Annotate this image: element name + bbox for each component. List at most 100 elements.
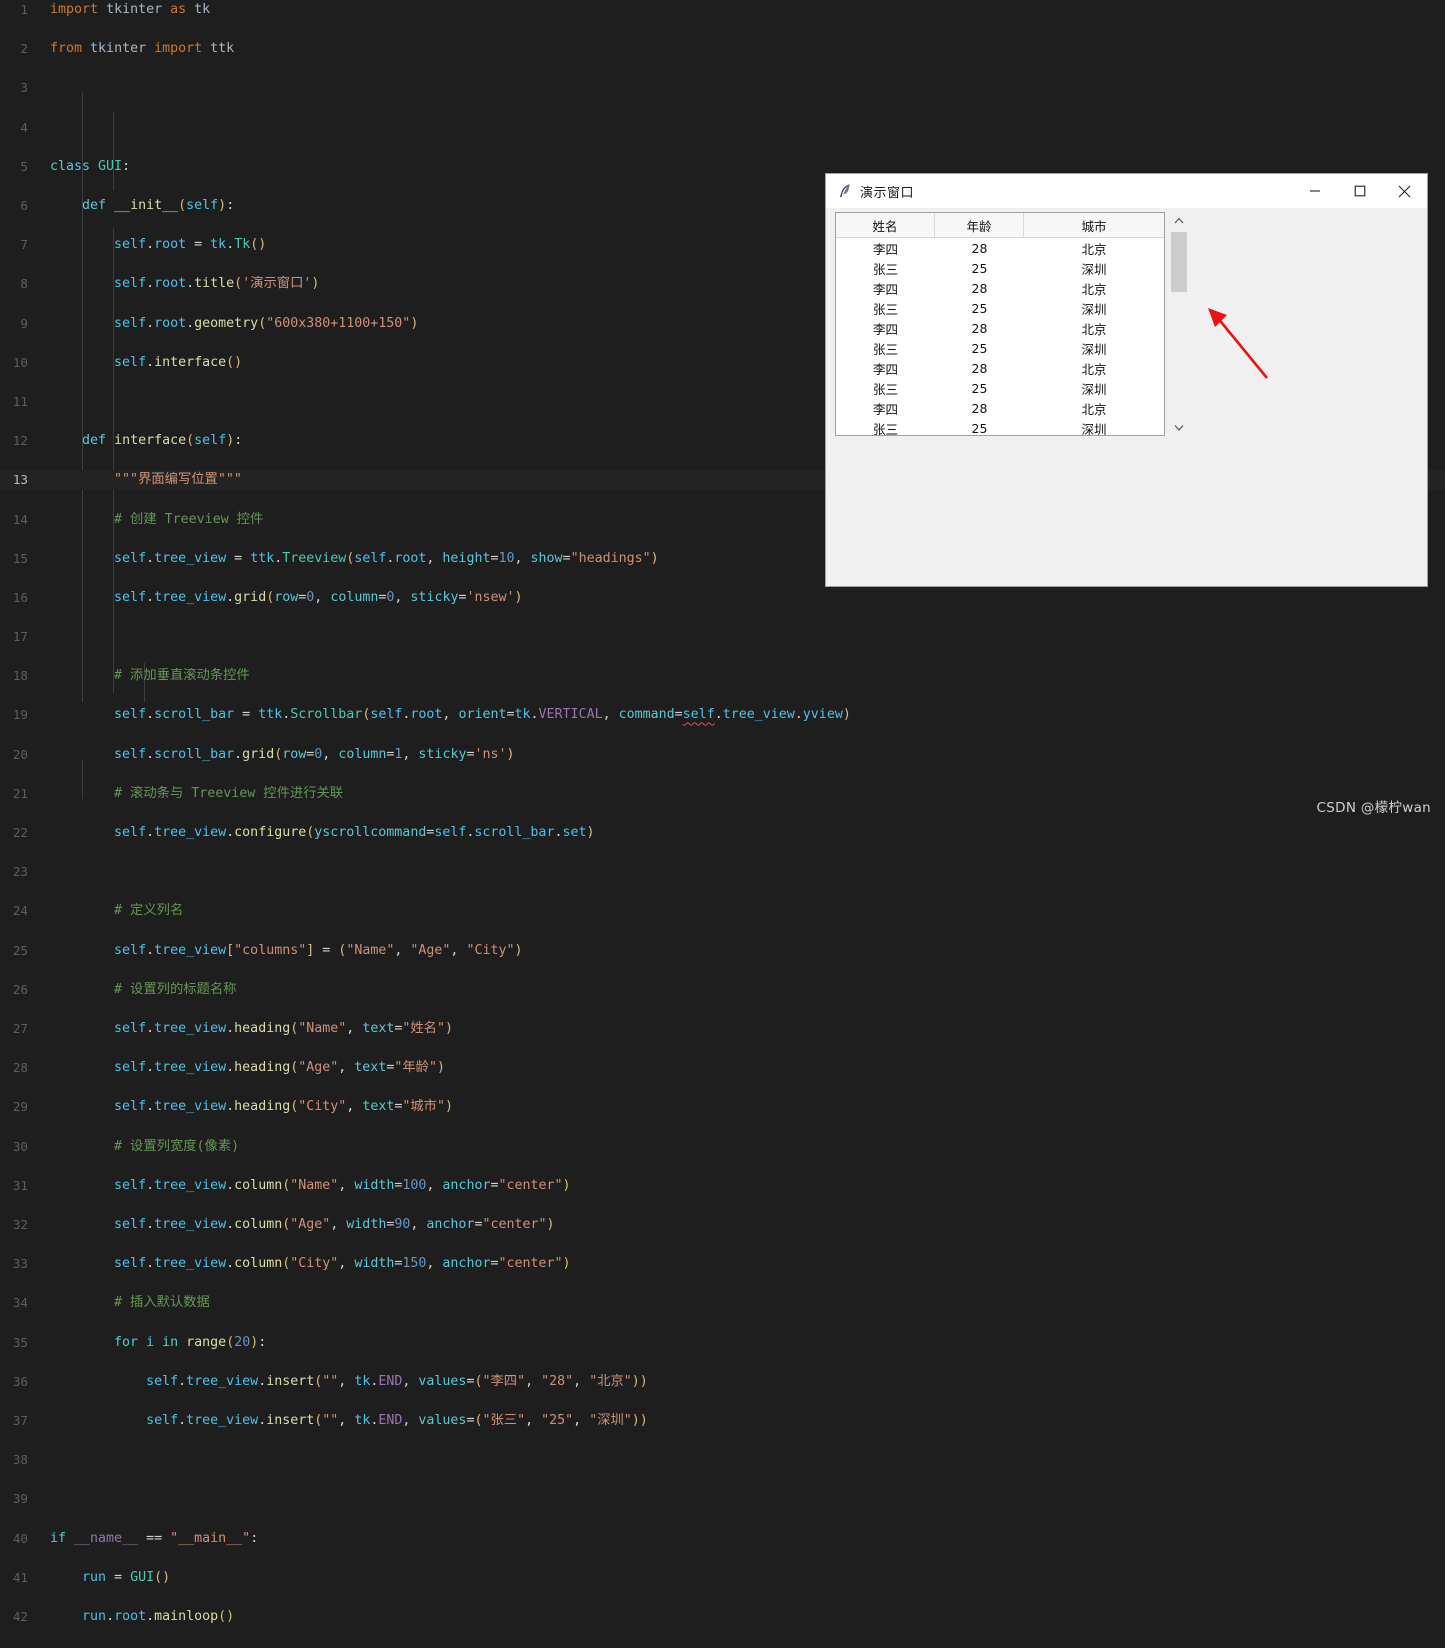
code-line[interactable]: 21 # 滚动条与 Treeview 控件进行关联	[0, 784, 1445, 804]
vertical-scrollbar[interactable]	[1170, 212, 1188, 436]
cell-name: 李四	[872, 361, 898, 377]
code-line[interactable]: 20 self.scroll_bar.grid(row=0, column=1,…	[0, 745, 1445, 765]
code-line[interactable]: 42 run.root.mainloop()	[0, 1607, 1445, 1627]
close-button[interactable]	[1382, 174, 1427, 208]
code-line[interactable]: 43	[0, 1646, 1445, 1648]
code-line[interactable]: 38	[0, 1450, 1445, 1470]
line-number: 5	[20, 158, 28, 174]
line-content: """界面编写位置"""	[114, 472, 242, 488]
line-content: # 设置列的标题名称	[114, 981, 237, 997]
chevron-down-icon	[1174, 425, 1184, 431]
code-line[interactable]: 26 # 设置列的标题名称	[0, 980, 1445, 1000]
table-row[interactable]: 张三 25 深圳	[836, 258, 1164, 278]
code-line[interactable]: 30 # 设置列宽度(像素)	[0, 1137, 1445, 1157]
column-header-age[interactable]: 年龄	[935, 213, 1024, 237]
cell-name: 李四	[872, 401, 898, 417]
line-content: # 定义列名	[114, 903, 184, 919]
cell-city: 北京	[1081, 401, 1107, 417]
code-line[interactable]: 19 self.scroll_bar = ttk.Scrollbar(self.…	[0, 705, 1445, 725]
scroll-down-button[interactable]	[1170, 419, 1188, 436]
line-number: 34	[12, 1295, 28, 1311]
cell-name: 张三	[872, 301, 898, 317]
table-row[interactable]: 李四 28 北京	[836, 398, 1164, 418]
treeview-widget[interactable]: 姓名 年龄 城市 李四 28 北京 张三 25 深圳 李四 28 北京 张三 2…	[835, 212, 1165, 436]
indent-guide	[82, 92, 83, 210]
line-number: 40	[12, 1530, 28, 1546]
line-content: self.root.geometry("600x380+1100+150")	[114, 315, 419, 331]
table-row[interactable]: 张三 25 深圳	[836, 298, 1164, 318]
line-content: self.tree_view.configure(yscrollcommand=…	[114, 825, 595, 841]
maximize-button[interactable]	[1337, 174, 1382, 208]
line-number: 26	[12, 981, 28, 997]
table-row[interactable]: 张三 25 深圳	[836, 378, 1164, 398]
table-row[interactable]: 李四 28 北京	[836, 278, 1164, 298]
code-line[interactable]: 29 self.tree_view.heading("City", text="…	[0, 1097, 1445, 1117]
table-row[interactable]: 李四 28 北京	[836, 358, 1164, 378]
cell-age: 28	[971, 240, 988, 256]
scrollbar-thumb[interactable]	[1171, 232, 1187, 292]
line-number: 15	[12, 550, 28, 566]
cell-age: 25	[971, 300, 988, 316]
code-line[interactable]: 22 self.tree_view.configure(yscrollcomma…	[0, 823, 1445, 843]
line-content: self.scroll_bar = ttk.Scrollbar(self.roo…	[114, 707, 851, 723]
code-line[interactable]: 28 self.tree_view.heading("Age", text="年…	[0, 1058, 1445, 1078]
line-number: 30	[12, 1138, 28, 1154]
line-number: 18	[12, 668, 28, 684]
cell-name: 张三	[872, 381, 898, 397]
code-line[interactable]: 4	[0, 118, 1445, 138]
line-number: 2	[20, 41, 28, 57]
code-line[interactable]: 31 self.tree_view.column("Name", width=1…	[0, 1176, 1445, 1196]
line-number: 37	[12, 1412, 28, 1428]
line-number: 32	[12, 1217, 28, 1232]
line-content: self.tree_view.column("Name", width=100,…	[114, 1177, 571, 1193]
line-number: 41	[12, 1569, 28, 1585]
code-line[interactable]: 35 for i in range(20):	[0, 1333, 1445, 1353]
cell-age: 28	[971, 280, 988, 296]
line-number: 39	[12, 1491, 28, 1507]
line-content: self.interface()	[114, 354, 243, 370]
code-line[interactable]: 32 self.tree_view.column("Age", width=90…	[0, 1215, 1445, 1235]
scroll-up-button[interactable]	[1170, 212, 1188, 229]
cell-city: 深圳	[1081, 421, 1107, 436]
code-line[interactable]: 17	[0, 627, 1445, 647]
cell-name: 张三	[872, 341, 898, 357]
code-line[interactable]: 34 # 插入默认数据	[0, 1293, 1445, 1313]
code-line[interactable]: 16 self.tree_view.grid(row=0, column=0, …	[0, 588, 1445, 608]
code-line[interactable]: 3	[0, 78, 1445, 98]
code-line[interactable]: 23	[0, 862, 1445, 882]
code-line[interactable]: 18 # 添加垂直滚动条控件	[0, 666, 1445, 686]
line-number: 11	[12, 393, 28, 409]
line-number: 36	[12, 1373, 28, 1389]
code-line[interactable]: 2 from tkinter import ttk	[0, 39, 1445, 59]
code-line[interactable]: 1 import tkinter as tk	[0, 0, 1445, 20]
line-content: def __init__(self):	[82, 197, 235, 213]
window-title-bar[interactable]: 演示窗口	[826, 174, 1427, 208]
table-row[interactable]: 李四 28 北京	[836, 238, 1164, 258]
code-line[interactable]: 41 run = GUI()	[0, 1568, 1445, 1588]
code-line[interactable]: 37 self.tree_view.insert("", tk.END, val…	[0, 1411, 1445, 1431]
code-line[interactable]: 25 self.tree_view["columns"] = ("Name", …	[0, 941, 1445, 961]
code-line[interactable]: 24 # 定义列名	[0, 901, 1445, 921]
code-line[interactable]: 27 self.tree_view.heading("Name", text="…	[0, 1019, 1445, 1039]
maximize-icon	[1354, 185, 1365, 197]
code-line[interactable]: 36 self.tree_view.insert("", tk.END, val…	[0, 1372, 1445, 1392]
line-number: 12	[12, 433, 28, 449]
line-number: 20	[12, 746, 28, 762]
line-number: 33	[12, 1256, 28, 1272]
column-header-city[interactable]: 城市	[1024, 213, 1164, 237]
window-body: 姓名 年龄 城市 李四 28 北京 张三 25 深圳 李四 28 北京 张三 2…	[826, 208, 1427, 586]
table-row[interactable]: 李四 28 北京	[836, 318, 1164, 338]
line-content: run = GUI()	[82, 1569, 171, 1585]
code-line[interactable]: 33 self.tree_view.column("City", width=1…	[0, 1254, 1445, 1274]
tkinter-demo-window[interactable]: 演示窗口 姓名 年龄 城市 李四 28 北京 张三 25 深圳 李四 28 北京…	[826, 174, 1427, 586]
line-number: 9	[20, 315, 28, 331]
table-row[interactable]: 张三 25 深圳	[836, 338, 1164, 358]
line-content: self.tree_view.insert("", tk.END, values…	[146, 1373, 648, 1389]
code-line[interactable]: 40 if __name__ == "__main__":	[0, 1529, 1445, 1549]
line-number: 4	[20, 119, 28, 135]
line-number: 14	[12, 511, 28, 527]
table-row[interactable]: 张三 25 深圳	[836, 418, 1164, 436]
code-line[interactable]: 39	[0, 1489, 1445, 1509]
minimize-button[interactable]	[1292, 174, 1337, 208]
column-header-name[interactable]: 姓名	[836, 213, 935, 237]
